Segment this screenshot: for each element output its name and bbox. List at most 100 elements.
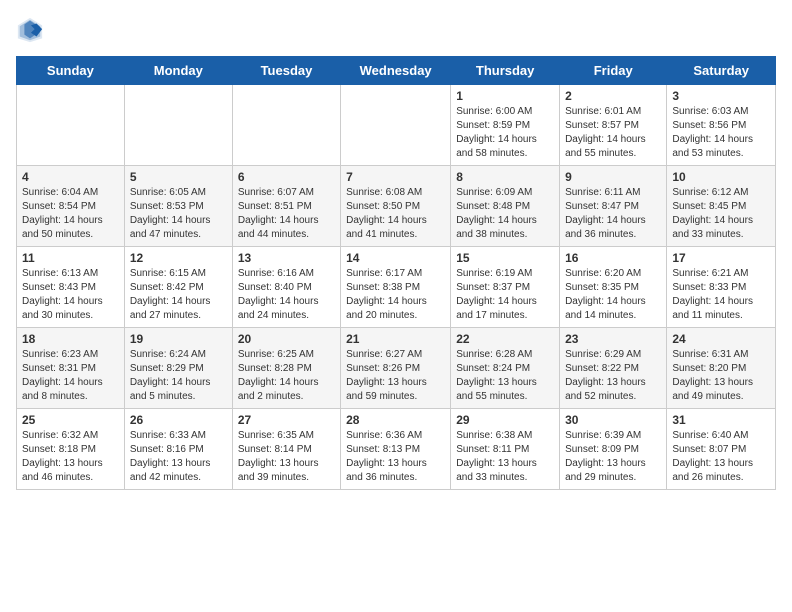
day-info: Sunrise: 6:27 AMSunset: 8:26 PMDaylight:… <box>346 348 445 404</box>
day-number: 9 <box>565 170 661 184</box>
day-cell: 28 Sunrise: 6:36 AMSunset: 8:13 PMDayligh… <box>341 409 451 490</box>
weekday-header-friday: Friday <box>560 57 667 85</box>
day-info: Sunrise: 6:33 AMSunset: 8:16 PMDaylight:… <box>130 429 227 485</box>
day-cell: 21 Sunrise: 6:27 AMSunset: 8:26 PMDayligh… <box>341 328 451 409</box>
day-cell: 9 Sunrise: 6:11 AMSunset: 8:47 PMDaylight… <box>560 166 667 247</box>
day-info: Sunrise: 6:13 AMSunset: 8:43 PMDaylight:… <box>22 267 119 323</box>
day-number: 7 <box>346 170 445 184</box>
day-number: 13 <box>238 251 335 265</box>
logo-icon <box>16 16 44 44</box>
day-info: Sunrise: 6:21 AMSunset: 8:33 PMDaylight:… <box>672 267 770 323</box>
weekday-header-wednesday: Wednesday <box>341 57 451 85</box>
day-info: Sunrise: 6:36 AMSunset: 8:13 PMDaylight:… <box>346 429 445 485</box>
day-number: 15 <box>456 251 554 265</box>
day-number: 3 <box>672 89 770 103</box>
day-cell: 30Sunrise: 6:39 AMSunset: 8:09 PMDayligh… <box>560 409 667 490</box>
day-info: Sunrise: 6:28 AMSunset: 8:24 PMDaylight:… <box>456 348 554 404</box>
day-number: 8 <box>456 170 554 184</box>
day-cell: 5 Sunrise: 6:05 AMSunset: 8:53 PMDaylight… <box>124 166 232 247</box>
day-number: 2 <box>565 89 661 103</box>
weekday-header-row: SundayMondayTuesdayWednesdayThursdayFrid… <box>17 57 776 85</box>
day-cell: 2 Sunrise: 6:01 AMSunset: 8:57 PMDaylight… <box>560 85 667 166</box>
day-cell: 7 Sunrise: 6:08 AMSunset: 8:50 PMDaylight… <box>341 166 451 247</box>
day-info: Sunrise: 6:32 AMSunset: 8:18 PMDaylight:… <box>22 429 119 485</box>
day-number: 31 <box>672 413 770 427</box>
day-number: 16 <box>565 251 661 265</box>
header <box>16 16 776 44</box>
day-number: 24 <box>672 332 770 346</box>
week-row-5: 25 Sunrise: 6:32 AMSunset: 8:18 PMDayligh… <box>17 409 776 490</box>
day-number: 28 <box>346 413 445 427</box>
day-info: Sunrise: 6:07 AMSunset: 8:51 PMDaylight:… <box>238 186 335 242</box>
week-row-2: 4 Sunrise: 6:04 AMSunset: 8:54 PMDaylight… <box>17 166 776 247</box>
day-cell: 16 Sunrise: 6:20 AMSunset: 8:35 PMDayligh… <box>560 247 667 328</box>
day-info: Sunrise: 6:01 AMSunset: 8:57 PMDaylight:… <box>565 105 661 161</box>
day-cell: 18 Sunrise: 6:23 AMSunset: 8:31 PMDayligh… <box>17 328 125 409</box>
day-cell: 25 Sunrise: 6:32 AMSunset: 8:18 PMDayligh… <box>17 409 125 490</box>
day-number: 1 <box>456 89 554 103</box>
day-number: 12 <box>130 251 227 265</box>
day-cell: 6 Sunrise: 6:07 AMSunset: 8:51 PMDaylight… <box>232 166 340 247</box>
day-number: 5 <box>130 170 227 184</box>
day-cell: 19 Sunrise: 6:24 AMSunset: 8:29 PMDayligh… <box>124 328 232 409</box>
day-number: 18 <box>22 332 119 346</box>
day-cell: 17 Sunrise: 6:21 AMSunset: 8:33 PMDayligh… <box>667 247 776 328</box>
day-info: Sunrise: 6:25 AMSunset: 8:28 PMDaylight:… <box>238 348 335 404</box>
day-cell <box>124 85 232 166</box>
day-number: 26 <box>130 413 227 427</box>
logo <box>16 16 46 44</box>
day-cell: 26 Sunrise: 6:33 AMSunset: 8:16 PMDayligh… <box>124 409 232 490</box>
day-info: Sunrise: 6:15 AMSunset: 8:42 PMDaylight:… <box>130 267 227 323</box>
day-number: 25 <box>22 413 119 427</box>
day-number: 4 <box>22 170 119 184</box>
day-info: Sunrise: 6:03 AMSunset: 8:56 PMDaylight:… <box>672 105 770 161</box>
day-cell: 4 Sunrise: 6:04 AMSunset: 8:54 PMDaylight… <box>17 166 125 247</box>
weekday-header-thursday: Thursday <box>451 57 560 85</box>
day-cell: 3 Sunrise: 6:03 AMSunset: 8:56 PMDaylight… <box>667 85 776 166</box>
day-number: 19 <box>130 332 227 346</box>
calendar: SundayMondayTuesdayWednesdayThursdayFrid… <box>16 56 776 490</box>
day-info: Sunrise: 6:23 AMSunset: 8:31 PMDaylight:… <box>22 348 119 404</box>
day-number: 23 <box>565 332 661 346</box>
day-cell: 14 Sunrise: 6:17 AMSunset: 8:38 PMDayligh… <box>341 247 451 328</box>
day-info: Sunrise: 6:24 AMSunset: 8:29 PMDaylight:… <box>130 348 227 404</box>
day-number: 29 <box>456 413 554 427</box>
day-info: Sunrise: 6:29 AMSunset: 8:22 PMDaylight:… <box>565 348 661 404</box>
weekday-header-tuesday: Tuesday <box>232 57 340 85</box>
day-cell <box>17 85 125 166</box>
day-info: Sunrise: 6:17 AMSunset: 8:38 PMDaylight:… <box>346 267 445 323</box>
day-info: Sunrise: 6:00 AMSunset: 8:59 PMDaylight:… <box>456 105 554 161</box>
day-info: Sunrise: 6:16 AMSunset: 8:40 PMDaylight:… <box>238 267 335 323</box>
day-number: 11 <box>22 251 119 265</box>
day-cell: 12 Sunrise: 6:15 AMSunset: 8:42 PMDayligh… <box>124 247 232 328</box>
week-row-1: 1 Sunrise: 6:00 AMSunset: 8:59 PMDaylight… <box>17 85 776 166</box>
day-number: 27 <box>238 413 335 427</box>
day-number: 22 <box>456 332 554 346</box>
day-info: Sunrise: 6:20 AMSunset: 8:35 PMDaylight:… <box>565 267 661 323</box>
day-cell: 22 Sunrise: 6:28 AMSunset: 8:24 PMDayligh… <box>451 328 560 409</box>
day-cell: 23 Sunrise: 6:29 AMSunset: 8:22 PMDayligh… <box>560 328 667 409</box>
day-info: Sunrise: 6:05 AMSunset: 8:53 PMDaylight:… <box>130 186 227 242</box>
day-cell: 11 Sunrise: 6:13 AMSunset: 8:43 PMDayligh… <box>17 247 125 328</box>
day-number: 21 <box>346 332 445 346</box>
day-info: Sunrise: 6:08 AMSunset: 8:50 PMDaylight:… <box>346 186 445 242</box>
day-number: 10 <box>672 170 770 184</box>
week-row-3: 11 Sunrise: 6:13 AMSunset: 8:43 PMDayligh… <box>17 247 776 328</box>
day-info: Sunrise: 6:31 AMSunset: 8:20 PMDaylight:… <box>672 348 770 404</box>
day-info: Sunrise: 6:38 AMSunset: 8:11 PMDaylight:… <box>456 429 554 485</box>
weekday-header-sunday: Sunday <box>17 57 125 85</box>
day-cell: 24 Sunrise: 6:31 AMSunset: 8:20 PMDayligh… <box>667 328 776 409</box>
day-cell: 31Sunrise: 6:40 AMSunset: 8:07 PMDayligh… <box>667 409 776 490</box>
day-cell: 8 Sunrise: 6:09 AMSunset: 8:48 PMDaylight… <box>451 166 560 247</box>
day-info: Sunrise: 6:12 AMSunset: 8:45 PMDaylight:… <box>672 186 770 242</box>
day-cell: 15Sunrise: 6:19 AMSunset: 8:37 PMDayligh… <box>451 247 560 328</box>
day-cell: 20Sunrise: 6:25 AMSunset: 8:28 PMDayligh… <box>232 328 340 409</box>
day-number: 17 <box>672 251 770 265</box>
day-info: Sunrise: 6:09 AMSunset: 8:48 PMDaylight:… <box>456 186 554 242</box>
weekday-header-monday: Monday <box>124 57 232 85</box>
day-number: 6 <box>238 170 335 184</box>
day-info: Sunrise: 6:11 AMSunset: 8:47 PMDaylight:… <box>565 186 661 242</box>
week-row-4: 18 Sunrise: 6:23 AMSunset: 8:31 PMDayligh… <box>17 328 776 409</box>
day-info: Sunrise: 6:04 AMSunset: 8:54 PMDaylight:… <box>22 186 119 242</box>
day-number: 14 <box>346 251 445 265</box>
